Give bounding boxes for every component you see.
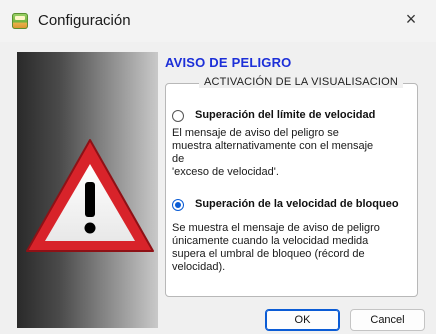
close-icon[interactable]: × bbox=[400, 8, 422, 30]
window-title: Configuración bbox=[38, 12, 131, 29]
description-line: únicamente cuando la velocidad medida bbox=[172, 235, 369, 247]
description-line: Se muestra el mensaje de aviso de peligr… bbox=[172, 222, 380, 234]
option-speed-limit-label[interactable]: Superación del límite de velocidad bbox=[195, 109, 375, 121]
ok-button[interactable]: OK bbox=[265, 309, 340, 331]
option-blocking-speed-description: Se muestra el mensaje de aviso de peligr… bbox=[172, 222, 387, 274]
warning-triangle-icon bbox=[26, 139, 154, 252]
group-legend: ACTIVACIÓN DE LA VISUALISACION bbox=[199, 76, 404, 88]
cancel-button[interactable]: Cancel bbox=[350, 309, 425, 331]
option-speed-limit-description: El mensaje de aviso del peligro se muest… bbox=[172, 127, 387, 179]
description-line: 'exceso de velocidad'. bbox=[172, 166, 279, 178]
title-bar: Configuración × bbox=[0, 0, 436, 42]
section-heading: AVISO DE PELIGRO bbox=[165, 55, 292, 70]
option-blocking-speed-label[interactable]: Superación de la velocidad de bloqueo bbox=[195, 198, 399, 210]
description-line: muestra alternativamente con el mensaje … bbox=[172, 140, 374, 165]
app-icon bbox=[12, 13, 28, 29]
radio-selected-icon[interactable] bbox=[172, 199, 184, 211]
radio-unselected-icon[interactable] bbox=[172, 110, 184, 122]
warning-side-image bbox=[17, 52, 158, 328]
description-line: supera el umbral de bloqueo (récord de bbox=[172, 248, 365, 260]
configuration-dialog: Configuración × AVISO DE PELIGRO ACTIVAC… bbox=[0, 0, 436, 334]
description-line: El mensaje de aviso del peligro se bbox=[172, 127, 339, 139]
description-line: velocidad). bbox=[172, 261, 226, 273]
